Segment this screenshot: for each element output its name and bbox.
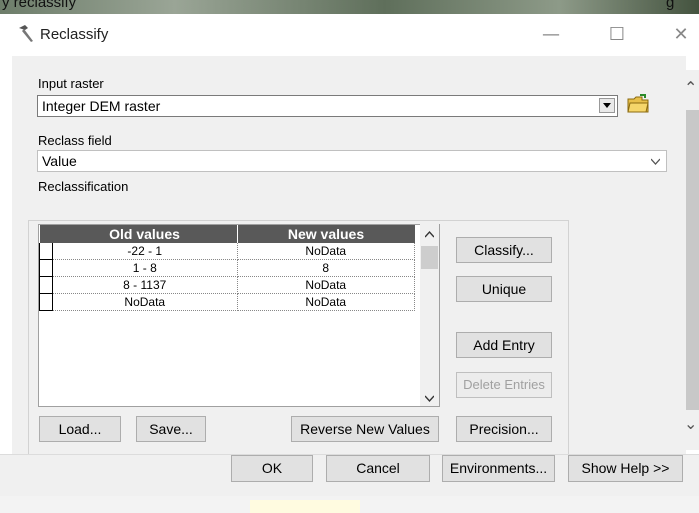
scroll-down-icon[interactable]: [425, 394, 434, 403]
folder-open-icon[interactable]: [627, 94, 649, 114]
input-raster-combobox[interactable]: Integer DEM raster: [37, 95, 618, 117]
load-button[interactable]: Load...: [39, 416, 121, 442]
new-value-cell[interactable]: NoData: [237, 293, 415, 311]
reclass-field-label: Reclass field: [38, 133, 112, 148]
cancel-button[interactable]: Cancel: [326, 455, 430, 482]
old-value-cell[interactable]: 1 - 8: [52, 259, 238, 277]
precision-button[interactable]: Precision...: [456, 416, 552, 442]
reclassification-label: Reclassification: [38, 179, 129, 194]
column-header-old[interactable]: Old values: [52, 225, 238, 243]
row-header[interactable]: [39, 276, 53, 294]
table-row[interactable]: -22 - 1 NoData: [39, 243, 415, 260]
row-header-corner: [39, 225, 53, 243]
background-map-strip: y reclassify g: [0, 0, 699, 14]
scroll-up-icon[interactable]: [425, 230, 434, 239]
column-header-new[interactable]: New values: [237, 225, 415, 243]
show-help-button[interactable]: Show Help >>: [568, 455, 683, 482]
maximize-button[interactable]: ☐: [602, 22, 632, 48]
add-entry-button[interactable]: Add Entry: [456, 332, 552, 358]
reclass-grid[interactable]: Old values New values -22 - 1 NoData 1 -…: [39, 225, 415, 311]
chevron-down-icon[interactable]: [599, 98, 615, 113]
hammer-icon: [19, 25, 33, 42]
background-text-right: g: [666, 0, 675, 11]
chevron-down-icon[interactable]: ⌄: [684, 414, 697, 433]
reclassify-dialog: Reclassify — ☐ ✕ Input raster Integer DE…: [0, 14, 699, 497]
old-value-cell[interactable]: 8 - 1137: [52, 276, 238, 294]
unique-button[interactable]: Unique: [456, 276, 552, 302]
new-value-cell[interactable]: 8: [237, 259, 415, 277]
background-highlight: [250, 500, 360, 513]
reclass-field-combobox[interactable]: Value: [37, 150, 667, 172]
table-scrollbar[interactable]: [420, 224, 439, 406]
scrollbar-thumb[interactable]: [686, 110, 699, 410]
new-value-cell[interactable]: NoData: [237, 276, 415, 294]
row-header[interactable]: [39, 243, 53, 260]
input-raster-value: Integer DEM raster: [42, 98, 161, 114]
row-header[interactable]: [39, 259, 53, 277]
table-row[interactable]: 8 - 1137 NoData: [39, 276, 415, 294]
chevron-up-icon[interactable]: ⌃: [684, 78, 697, 97]
scrollbar-thumb[interactable]: [421, 246, 438, 269]
classify-button[interactable]: Classify...: [456, 237, 552, 263]
old-value-cell[interactable]: -22 - 1: [52, 243, 238, 260]
reclass-field-value: Value: [42, 153, 77, 169]
window-title: Reclassify: [40, 26, 109, 43]
table-row[interactable]: 1 - 8 8: [39, 259, 415, 277]
title-bar[interactable]: Reclassify — ☐ ✕: [0, 14, 699, 56]
minimize-button[interactable]: —: [536, 22, 566, 48]
dialog-footer: OK Cancel Environments... Show Help >>: [0, 454, 699, 497]
background-text: y reclassify: [2, 0, 77, 11]
background-bottom: [0, 496, 699, 513]
reverse-new-values-button[interactable]: Reverse New Values: [291, 416, 439, 442]
table-row[interactable]: NoData NoData: [39, 293, 415, 311]
save-button[interactable]: Save...: [136, 416, 206, 442]
delete-entries-button[interactable]: Delete Entries: [456, 372, 552, 398]
reclassification-table[interactable]: Old values New values -22 - 1 NoData 1 -…: [38, 224, 440, 407]
dialog-scrollbar[interactable]: [684, 70, 699, 450]
close-button[interactable]: ✕: [666, 22, 696, 48]
old-value-cell[interactable]: NoData: [52, 293, 238, 311]
chevron-down-icon[interactable]: [651, 157, 660, 166]
input-raster-label: Input raster: [38, 76, 104, 91]
ok-button[interactable]: OK: [231, 455, 313, 482]
environments-button[interactable]: Environments...: [442, 455, 555, 482]
new-value-cell[interactable]: NoData: [237, 243, 415, 260]
row-header[interactable]: [39, 293, 53, 311]
